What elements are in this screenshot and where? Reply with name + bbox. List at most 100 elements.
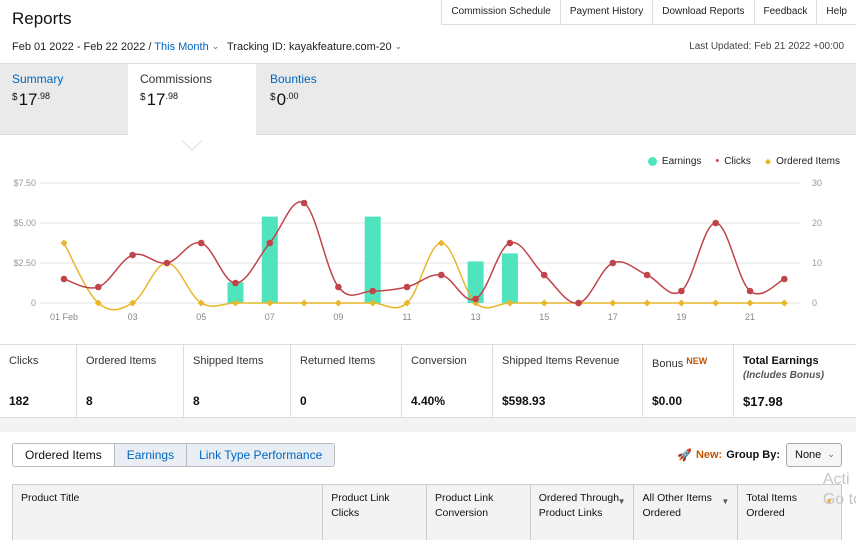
chevron-down-icon: ⌄ bbox=[394, 41, 403, 51]
tab-summary[interactable]: Summary $17.98 bbox=[0, 64, 128, 136]
x-tick-label: 05 bbox=[196, 312, 206, 322]
tracking-id-selector[interactable]: Tracking ID: kayakfeature.com-20 ⌄ bbox=[227, 41, 402, 53]
left-tick-label: $2.50 bbox=[13, 258, 36, 268]
x-tick-label: 01 Feb bbox=[50, 312, 78, 322]
metric-returned-items: Returned Items 0 bbox=[291, 345, 402, 417]
metric-shipped-items: Shipped Items 8 bbox=[184, 345, 291, 417]
sort-arrow-icon: ▼ bbox=[721, 497, 730, 506]
col-product-title[interactable]: Product Title bbox=[13, 485, 322, 540]
ordered-items-point bbox=[609, 299, 617, 307]
chart-legend: Earnings • Clicks ◆ Ordered Items bbox=[647, 155, 840, 167]
ordered-items-point bbox=[643, 299, 651, 307]
sort-arrow-icon: ▼ bbox=[617, 497, 626, 506]
metric-shipped-revenue: Shipped Items Revenue $598.93 bbox=[493, 345, 643, 417]
clicks-line bbox=[63, 201, 785, 304]
clicks-point bbox=[746, 287, 754, 295]
ordered-items-line bbox=[63, 242, 785, 311]
clicks-point bbox=[300, 199, 308, 207]
tab-ordered-items[interactable]: Ordered Items bbox=[13, 444, 114, 466]
ordered-items-point bbox=[437, 239, 445, 247]
download-reports-link[interactable]: Download Reports bbox=[652, 0, 753, 25]
metric-clicks: Clicks 182 bbox=[0, 345, 77, 417]
tab-summary-amount: $17.98 bbox=[12, 90, 50, 109]
clicks-point bbox=[369, 287, 377, 295]
col-product-link-conversion[interactable]: Product Link Conversion bbox=[425, 485, 530, 540]
metric-label: Bonus NEW bbox=[652, 356, 708, 370]
metric-label: Shipped Items bbox=[193, 355, 264, 367]
clicks-point bbox=[781, 275, 788, 283]
x-tick-label: 03 bbox=[128, 312, 138, 322]
metric-value: $598.93 bbox=[502, 394, 546, 408]
tab-bounties-amount: $0.00 bbox=[270, 90, 299, 109]
metric-label: Clicks bbox=[9, 355, 39, 367]
col-all-other-items[interactable]: All Other Items Ordered ▼ bbox=[633, 485, 737, 540]
metric-value: 182 bbox=[9, 394, 30, 408]
group-by-value: None bbox=[795, 449, 822, 461]
date-range-picker[interactable]: Feb 01 2022 - Feb 22 2022 / This Month ⌄ bbox=[12, 41, 219, 53]
col-product-link-clicks[interactable]: Product Link Clicks bbox=[322, 485, 426, 540]
tab-bounties-label: Bounties bbox=[270, 72, 317, 86]
clicks-point bbox=[506, 239, 514, 247]
range-preset: This Month bbox=[154, 41, 209, 53]
legend-earnings-swatch bbox=[647, 156, 657, 166]
activation-watermark: Acti Go to bbox=[822, 471, 856, 508]
x-tick-label: 13 bbox=[471, 312, 481, 322]
x-tick-label: 11 bbox=[402, 312, 411, 322]
right-tick-label: 0 bbox=[812, 298, 817, 308]
legend-clicks[interactable]: • Clicks bbox=[715, 155, 751, 167]
clicks-point bbox=[403, 283, 411, 291]
x-tick-label: 15 bbox=[539, 312, 549, 322]
clicks-point bbox=[95, 283, 102, 291]
clicks-point bbox=[438, 271, 445, 279]
metric-value: 4.40% bbox=[411, 394, 446, 408]
metric-value: 8 bbox=[193, 394, 200, 408]
ordered-items-point bbox=[746, 299, 754, 307]
tracking-label: Tracking ID: bbox=[227, 41, 286, 53]
metric-label: Total Earnings (Includes Bonus) bbox=[743, 355, 825, 381]
left-tick-label: 0 bbox=[31, 298, 36, 308]
tab-link-type-performance[interactable]: Link Type Performance bbox=[186, 444, 335, 466]
metric-label: Ordered Items bbox=[86, 355, 157, 367]
tracking-id-value: kayakfeature.com-20 bbox=[288, 41, 392, 53]
ordered-items-point bbox=[60, 239, 68, 247]
legend-clicks-label: Clicks bbox=[724, 155, 751, 167]
tab-bounties[interactable]: Bounties $0.00 bbox=[258, 64, 386, 136]
metric-bonus: Bonus NEW $0.00 bbox=[643, 345, 734, 417]
clicks-point bbox=[129, 251, 136, 259]
col-ordered-through-links[interactable]: Ordered Through Product Links ▼ bbox=[529, 485, 634, 540]
clicks-point bbox=[232, 279, 239, 287]
tab-earnings[interactable]: Earnings bbox=[113, 444, 187, 466]
x-tick-label: 09 bbox=[333, 312, 343, 322]
ordered-items-point bbox=[334, 299, 342, 307]
help-link[interactable]: Help bbox=[816, 0, 856, 25]
clicks-point bbox=[335, 283, 342, 291]
clicks-point bbox=[163, 259, 171, 267]
metric-label: Conversion bbox=[411, 355, 467, 367]
metric-ordered-items: Ordered Items 8 bbox=[77, 345, 184, 417]
x-tick-label: 17 bbox=[608, 312, 618, 322]
x-tick-label: 19 bbox=[676, 312, 686, 322]
commission-schedule-link[interactable]: Commission Schedule bbox=[441, 0, 560, 25]
col-label: All Other Items Ordered bbox=[642, 492, 712, 519]
clicks-point bbox=[266, 239, 274, 247]
tab-commissions[interactable]: Commissions $17.98 bbox=[128, 64, 256, 137]
metric-value: 0 bbox=[300, 394, 307, 408]
metrics-bar: Clicks 182 Ordered Items 8 Shipped Items… bbox=[0, 344, 856, 418]
group-by-select[interactable]: None ⌄ bbox=[786, 443, 842, 467]
col-label: Total Items Ordered bbox=[746, 492, 798, 519]
legend-earnings[interactable]: Earnings bbox=[647, 155, 701, 167]
x-tick-label: 21 bbox=[745, 312, 755, 322]
page-title: Reports bbox=[12, 9, 72, 28]
payment-history-link[interactable]: Payment History bbox=[559, 0, 652, 25]
legend-ordered[interactable]: ◆ Ordered Items bbox=[765, 155, 840, 167]
earnings-bar bbox=[501, 253, 518, 303]
right-tick-label: 10 bbox=[812, 258, 822, 268]
rocket-icon: 🚀 bbox=[676, 448, 692, 462]
clicks-point bbox=[540, 271, 548, 279]
ordered-items-point bbox=[300, 299, 308, 307]
feedback-link[interactable]: Feedback bbox=[753, 0, 817, 25]
new-label: New: bbox=[695, 449, 723, 461]
new-badge: NEW bbox=[686, 356, 708, 366]
chevron-down-icon: ⌄ bbox=[211, 41, 220, 51]
metric-value: $0.00 bbox=[652, 394, 683, 408]
